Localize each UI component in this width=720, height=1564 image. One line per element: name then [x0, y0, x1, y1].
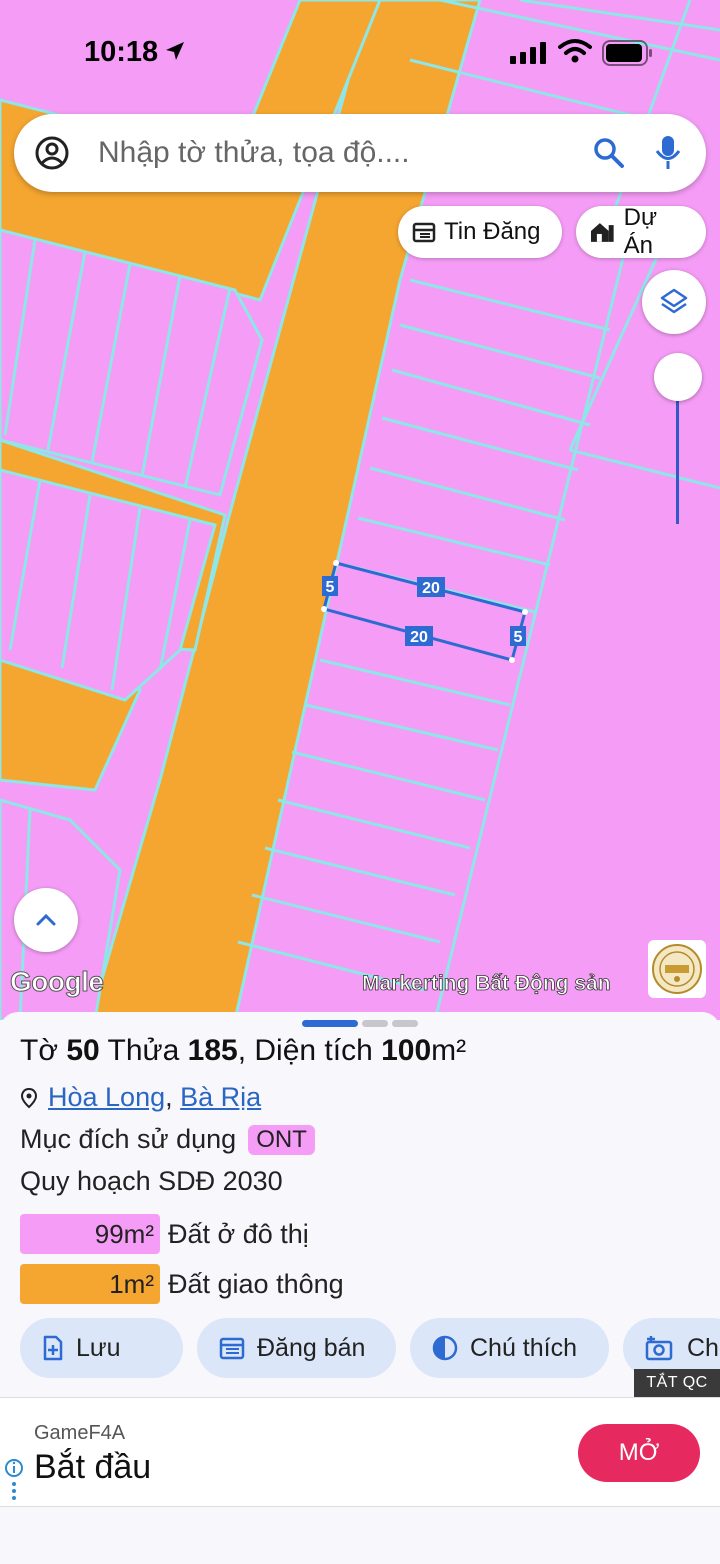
chevron-up-icon — [36, 913, 56, 926]
zoning-plan-label: Quy hoạch SDĐ 2030 — [20, 1166, 283, 1196]
calendar-icon — [412, 222, 436, 243]
legend-button[interactable]: Chú thích — [410, 1318, 609, 1378]
parcel-edge-left-label: 5 — [326, 579, 335, 596]
add-photo-icon — [645, 1336, 673, 1361]
area-label: , Diện tích — [237, 1034, 373, 1067]
opacity-slider-track[interactable] — [676, 380, 679, 524]
buildings-icon — [590, 223, 614, 242]
close-ad-button[interactable]: TẮT QC — [634, 1369, 720, 1397]
account-icon[interactable] — [34, 135, 70, 171]
map-view[interactable]: 20 20 5 5 10:18 Nhập tờ thửa, tọa độ....… — [0, 0, 720, 1020]
sheet-page-indicator[interactable] — [362, 1020, 388, 1027]
search-input[interactable]: Nhập tờ thửa, tọa độ.... — [98, 136, 410, 170]
allocation-row: 99m² Đất ở đô thị — [20, 1214, 309, 1254]
purpose-label: Mục đích sử dụng — [20, 1124, 237, 1154]
ad-headline: Bắt đầu — [34, 1448, 152, 1486]
parcel-title: Tờ 50 Thửa 185, Diện tích 100m² — [20, 1034, 466, 1068]
allocation-area-bar: 99m² — [20, 1214, 160, 1254]
brand-seal-icon — [652, 944, 702, 994]
location-arrow-icon — [166, 42, 184, 60]
allocation-label: Đất ở đô thị — [168, 1218, 309, 1249]
capture-button-label: Ch — [687, 1333, 719, 1362]
post-sale-button-label: Đăng bán — [257, 1333, 366, 1362]
microphone-icon[interactable] — [654, 134, 682, 172]
listings-chip[interactable]: Tin Đăng — [398, 206, 562, 258]
google-logo: Google — [9, 966, 104, 998]
plot-prefix: Thửa — [107, 1034, 180, 1067]
city-link[interactable]: Bà Rịa — [180, 1082, 261, 1112]
area-value: 100 — [381, 1034, 432, 1067]
action-buttons-row[interactable]: Lưu Đăng bán Chú thích Ch — [20, 1318, 720, 1380]
layers-button[interactable] — [642, 270, 706, 334]
expand-panel-button[interactable] — [14, 888, 78, 952]
allocation-label: Đất giao thông — [168, 1268, 344, 1299]
brand-badge[interactable] — [648, 940, 706, 998]
sheet-page-indicator[interactable] — [392, 1020, 418, 1027]
ad-banner[interactable]: GameF4A Bắt đầu MỞ — [0, 1397, 720, 1507]
land-use-purpose: Mục đích sử dụng ONT — [20, 1124, 315, 1155]
add-file-icon — [43, 1335, 63, 1361]
parcel-edge-right-label: 5 — [514, 629, 523, 646]
save-button[interactable]: Lưu — [20, 1318, 183, 1378]
location-pin-icon — [20, 1087, 38, 1108]
status-bar: 10:18 — [0, 0, 720, 100]
search-icon[interactable] — [592, 136, 626, 170]
save-button-label: Lưu — [76, 1333, 121, 1362]
status-time: 10:18 — [84, 36, 159, 68]
opacity-slider-thumb[interactable] — [654, 353, 702, 401]
calendar-list-icon — [219, 1337, 245, 1360]
brand-watermark: Markerting Bất Động sản — [362, 972, 611, 996]
selected-parcel[interactable]: 20 20 5 5 — [321, 560, 528, 663]
parcel-edge-bottom-label: 20 — [410, 629, 428, 646]
area-unit: m² — [431, 1034, 467, 1067]
allocation-area-bar: 1m² — [20, 1264, 160, 1304]
contrast-icon — [432, 1335, 458, 1361]
battery-icon — [602, 40, 652, 66]
sheet-number: 50 — [66, 1034, 100, 1067]
listings-chip-label: Tin Đăng — [444, 218, 541, 245]
parcel-edge-top-label: 20 — [422, 580, 440, 597]
cellular-signal-icon — [510, 42, 546, 64]
location-separator: , — [165, 1082, 173, 1112]
allocation-row: 1m² Đất giao thông — [20, 1264, 344, 1304]
sheet-page-indicator-active[interactable] — [302, 1020, 358, 1027]
post-sale-button[interactable]: Đăng bán — [197, 1318, 396, 1378]
ad-advertiser: GameF4A — [34, 1422, 126, 1444]
plot-number: 185 — [187, 1034, 238, 1067]
purpose-code-badge: ONT — [248, 1124, 315, 1155]
ad-open-button[interactable]: MỞ — [578, 1424, 700, 1482]
layers-icon — [660, 288, 688, 314]
search-bar[interactable]: Nhập tờ thửa, tọa độ.... — [14, 114, 706, 192]
ad-info-icon[interactable] — [4, 1458, 24, 1506]
projects-chip-label: Dự Án — [623, 204, 658, 259]
sheet-prefix: Tờ — [20, 1034, 58, 1067]
parcel-location: Hòa Long, Bà Rịa — [20, 1082, 261, 1113]
ward-link[interactable]: Hòa Long — [48, 1082, 165, 1112]
projects-chip[interactable]: Dự Án — [576, 204, 706, 259]
legend-button-label: Chú thích — [470, 1333, 578, 1362]
wifi-icon — [558, 39, 592, 63]
